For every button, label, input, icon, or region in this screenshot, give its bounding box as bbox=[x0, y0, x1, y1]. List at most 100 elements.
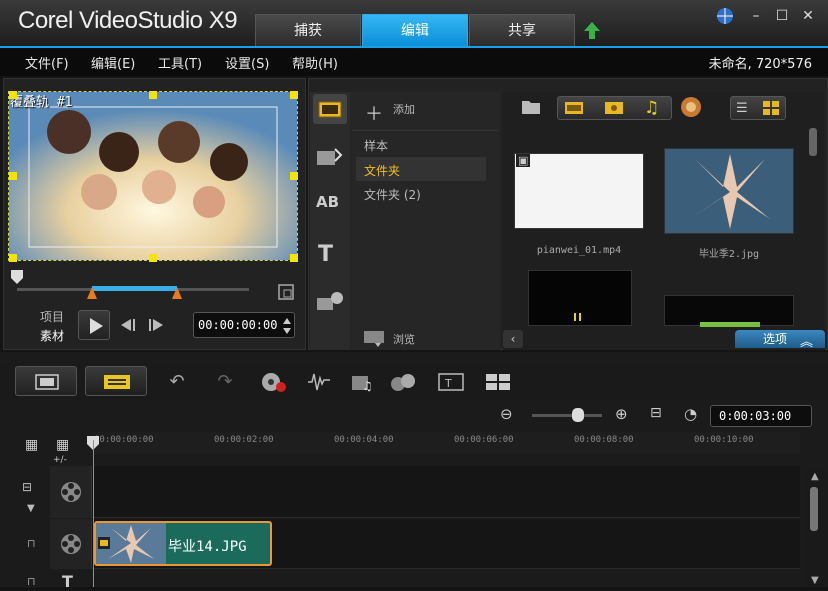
mode-clip[interactable]: 素材 bbox=[40, 327, 64, 344]
video-badge-icon: ▣ bbox=[516, 154, 531, 167]
audio-filter-icon[interactable]: ♫ bbox=[644, 98, 659, 118]
auto-music-icon[interactable]: ♫ bbox=[348, 370, 378, 394]
media-thumbnail[interactable] bbox=[514, 153, 644, 229]
preview-video[interactable] bbox=[8, 91, 298, 261]
ruler-tick: 00:00:00:00 bbox=[94, 435, 154, 445]
title-ab-icon[interactable]: AB bbox=[316, 193, 339, 211]
subtitle-editor-icon[interactable]: T bbox=[436, 370, 466, 394]
redo-icon[interactable]: ↷ bbox=[210, 370, 240, 394]
photo-filter-icon[interactable] bbox=[604, 100, 624, 119]
add-folder-icon[interactable]: ＋ bbox=[365, 100, 383, 126]
tab-edit[interactable]: 编辑 bbox=[362, 14, 468, 46]
upload-arrow-icon[interactable] bbox=[583, 20, 601, 40]
menu-edit[interactable]: 编辑(E) bbox=[91, 53, 135, 72]
ruler-tick: 00:00:08:00 bbox=[574, 435, 634, 445]
audio-mixer-icon[interactable] bbox=[305, 370, 335, 394]
minimize-icon[interactable]: – bbox=[746, 6, 766, 26]
multi-camera-icon[interactable] bbox=[483, 370, 513, 394]
menu-tools[interactable]: 工具(T) bbox=[158, 53, 202, 72]
scroll-down-icon[interactable]: ▼ bbox=[811, 575, 819, 586]
zoom-out-icon[interactable]: ⊖ bbox=[500, 405, 513, 423]
film-reel-icon[interactable] bbox=[60, 481, 82, 506]
trim-end-handle[interactable] bbox=[172, 287, 182, 302]
ripple-edit-icon[interactable]: ⊟ bbox=[22, 480, 32, 494]
overlay-track-label: 覆叠轨 #1 bbox=[10, 95, 73, 110]
menu-file[interactable]: 文件(F) bbox=[25, 53, 69, 72]
media-thumbnail[interactable] bbox=[528, 270, 632, 326]
play-button[interactable] bbox=[78, 310, 110, 340]
double-up-chevron-icon[interactable]: ︽ bbox=[800, 331, 813, 350]
video-track[interactable] bbox=[50, 466, 800, 518]
crop-handle[interactable] bbox=[149, 91, 157, 99]
step-forward-icon[interactable] bbox=[145, 315, 167, 338]
tab-capture[interactable]: 捕获 bbox=[255, 14, 361, 46]
ruler-tick: 00:00:10:00 bbox=[694, 435, 754, 445]
maximize-icon[interactable]: ☐ bbox=[772, 6, 792, 26]
preview-timecode[interactable]: 00:00:00:00 bbox=[193, 312, 295, 338]
text-t-icon[interactable]: T bbox=[318, 242, 333, 267]
crop-handle[interactable] bbox=[290, 172, 298, 180]
close-icon[interactable]: ✕ bbox=[798, 6, 818, 26]
browse-icon[interactable] bbox=[363, 327, 387, 350]
crop-handle[interactable] bbox=[290, 254, 298, 262]
lock-icon[interactable]: ⊓ bbox=[27, 537, 36, 550]
title-track-icon[interactable]: T bbox=[62, 572, 73, 591]
crop-handle[interactable] bbox=[9, 172, 17, 180]
video-filter-icon[interactable] bbox=[564, 100, 584, 119]
grid-view-icon[interactable] bbox=[762, 100, 780, 119]
scroll-up-icon[interactable]: ▲ bbox=[811, 471, 819, 482]
zoom-in-icon[interactable]: ⊕ bbox=[615, 405, 628, 423]
crop-handle[interactable] bbox=[9, 91, 17, 99]
record-capture-icon[interactable] bbox=[258, 370, 288, 394]
media-thumbnail[interactable] bbox=[664, 148, 794, 234]
open-folder-icon[interactable] bbox=[520, 96, 542, 119]
storyboard-view-button[interactable] bbox=[15, 366, 77, 396]
media-thumbnail[interactable] bbox=[664, 295, 794, 327]
crop-handle[interactable] bbox=[9, 254, 17, 262]
collapse-library-icon[interactable]: ‹ bbox=[503, 330, 523, 348]
timecode-spinner-icon[interactable] bbox=[282, 316, 292, 339]
lock-icon[interactable]: ⊓ bbox=[27, 575, 36, 588]
add-remove-tracks[interactable]: +/- bbox=[53, 455, 67, 465]
list-view-icon[interactable]: ☰ bbox=[736, 101, 748, 116]
ruler-tick: 00:00:02:00 bbox=[214, 435, 274, 445]
step-back-icon[interactable] bbox=[117, 315, 139, 338]
menu-help[interactable]: 帮助(H) bbox=[292, 53, 338, 72]
crop-handle[interactable] bbox=[149, 254, 157, 262]
motion-tracking-icon[interactable] bbox=[388, 370, 418, 394]
svg-text:♫: ♫ bbox=[362, 379, 373, 393]
folder-item[interactable]: 文件夹 (2) bbox=[364, 186, 421, 203]
chapter-point-icon[interactable]: ▦ bbox=[56, 437, 69, 453]
media-library-icon[interactable] bbox=[313, 94, 347, 124]
browse-label[interactable]: 浏览 bbox=[393, 331, 415, 347]
scroll-thumb[interactable] bbox=[810, 487, 818, 531]
scrub-thumb[interactable] bbox=[11, 270, 23, 287]
folder-item[interactable]: 样本 bbox=[364, 137, 388, 154]
film-reel-icon[interactable] bbox=[60, 533, 82, 558]
mode-project[interactable]: 项目 bbox=[40, 308, 64, 325]
media-scrollbar[interactable] bbox=[809, 128, 817, 156]
tab-share[interactable]: 共享 bbox=[469, 14, 575, 46]
chevron-down-icon[interactable]: ▼ bbox=[27, 503, 35, 514]
undo-icon[interactable]: ↶ bbox=[162, 370, 192, 394]
sort-icon[interactable] bbox=[680, 96, 702, 121]
menu-settings[interactable]: 设置(S) bbox=[225, 53, 269, 72]
media-label: pianwei_01.mp4 bbox=[536, 245, 622, 256]
folder-item[interactable]: 文件夹 bbox=[364, 162, 400, 179]
zoom-slider-thumb[interactable] bbox=[572, 408, 584, 422]
transition-icon[interactable] bbox=[315, 145, 345, 174]
project-duration-timecode[interactable]: 0:00:03:00 bbox=[710, 405, 812, 427]
filter-icon[interactable] bbox=[315, 290, 345, 315]
enlarge-icon[interactable] bbox=[277, 283, 295, 304]
timeline-view-button[interactable] bbox=[85, 366, 147, 396]
svg-text:T: T bbox=[444, 377, 452, 390]
trim-selection[interactable] bbox=[92, 286, 177, 291]
crop-handle[interactable] bbox=[290, 91, 298, 99]
add-folder-label[interactable]: 添加 bbox=[393, 101, 415, 117]
trim-start-handle[interactable] bbox=[87, 287, 97, 302]
zoom-slider[interactable] bbox=[532, 414, 602, 417]
settings-globe-icon[interactable] bbox=[715, 6, 735, 26]
fit-project-icon[interactable]: ⊟ bbox=[650, 405, 662, 421]
track-manager-icon[interactable]: ▦ bbox=[25, 437, 38, 453]
clock-icon: ◔ bbox=[684, 405, 698, 423]
